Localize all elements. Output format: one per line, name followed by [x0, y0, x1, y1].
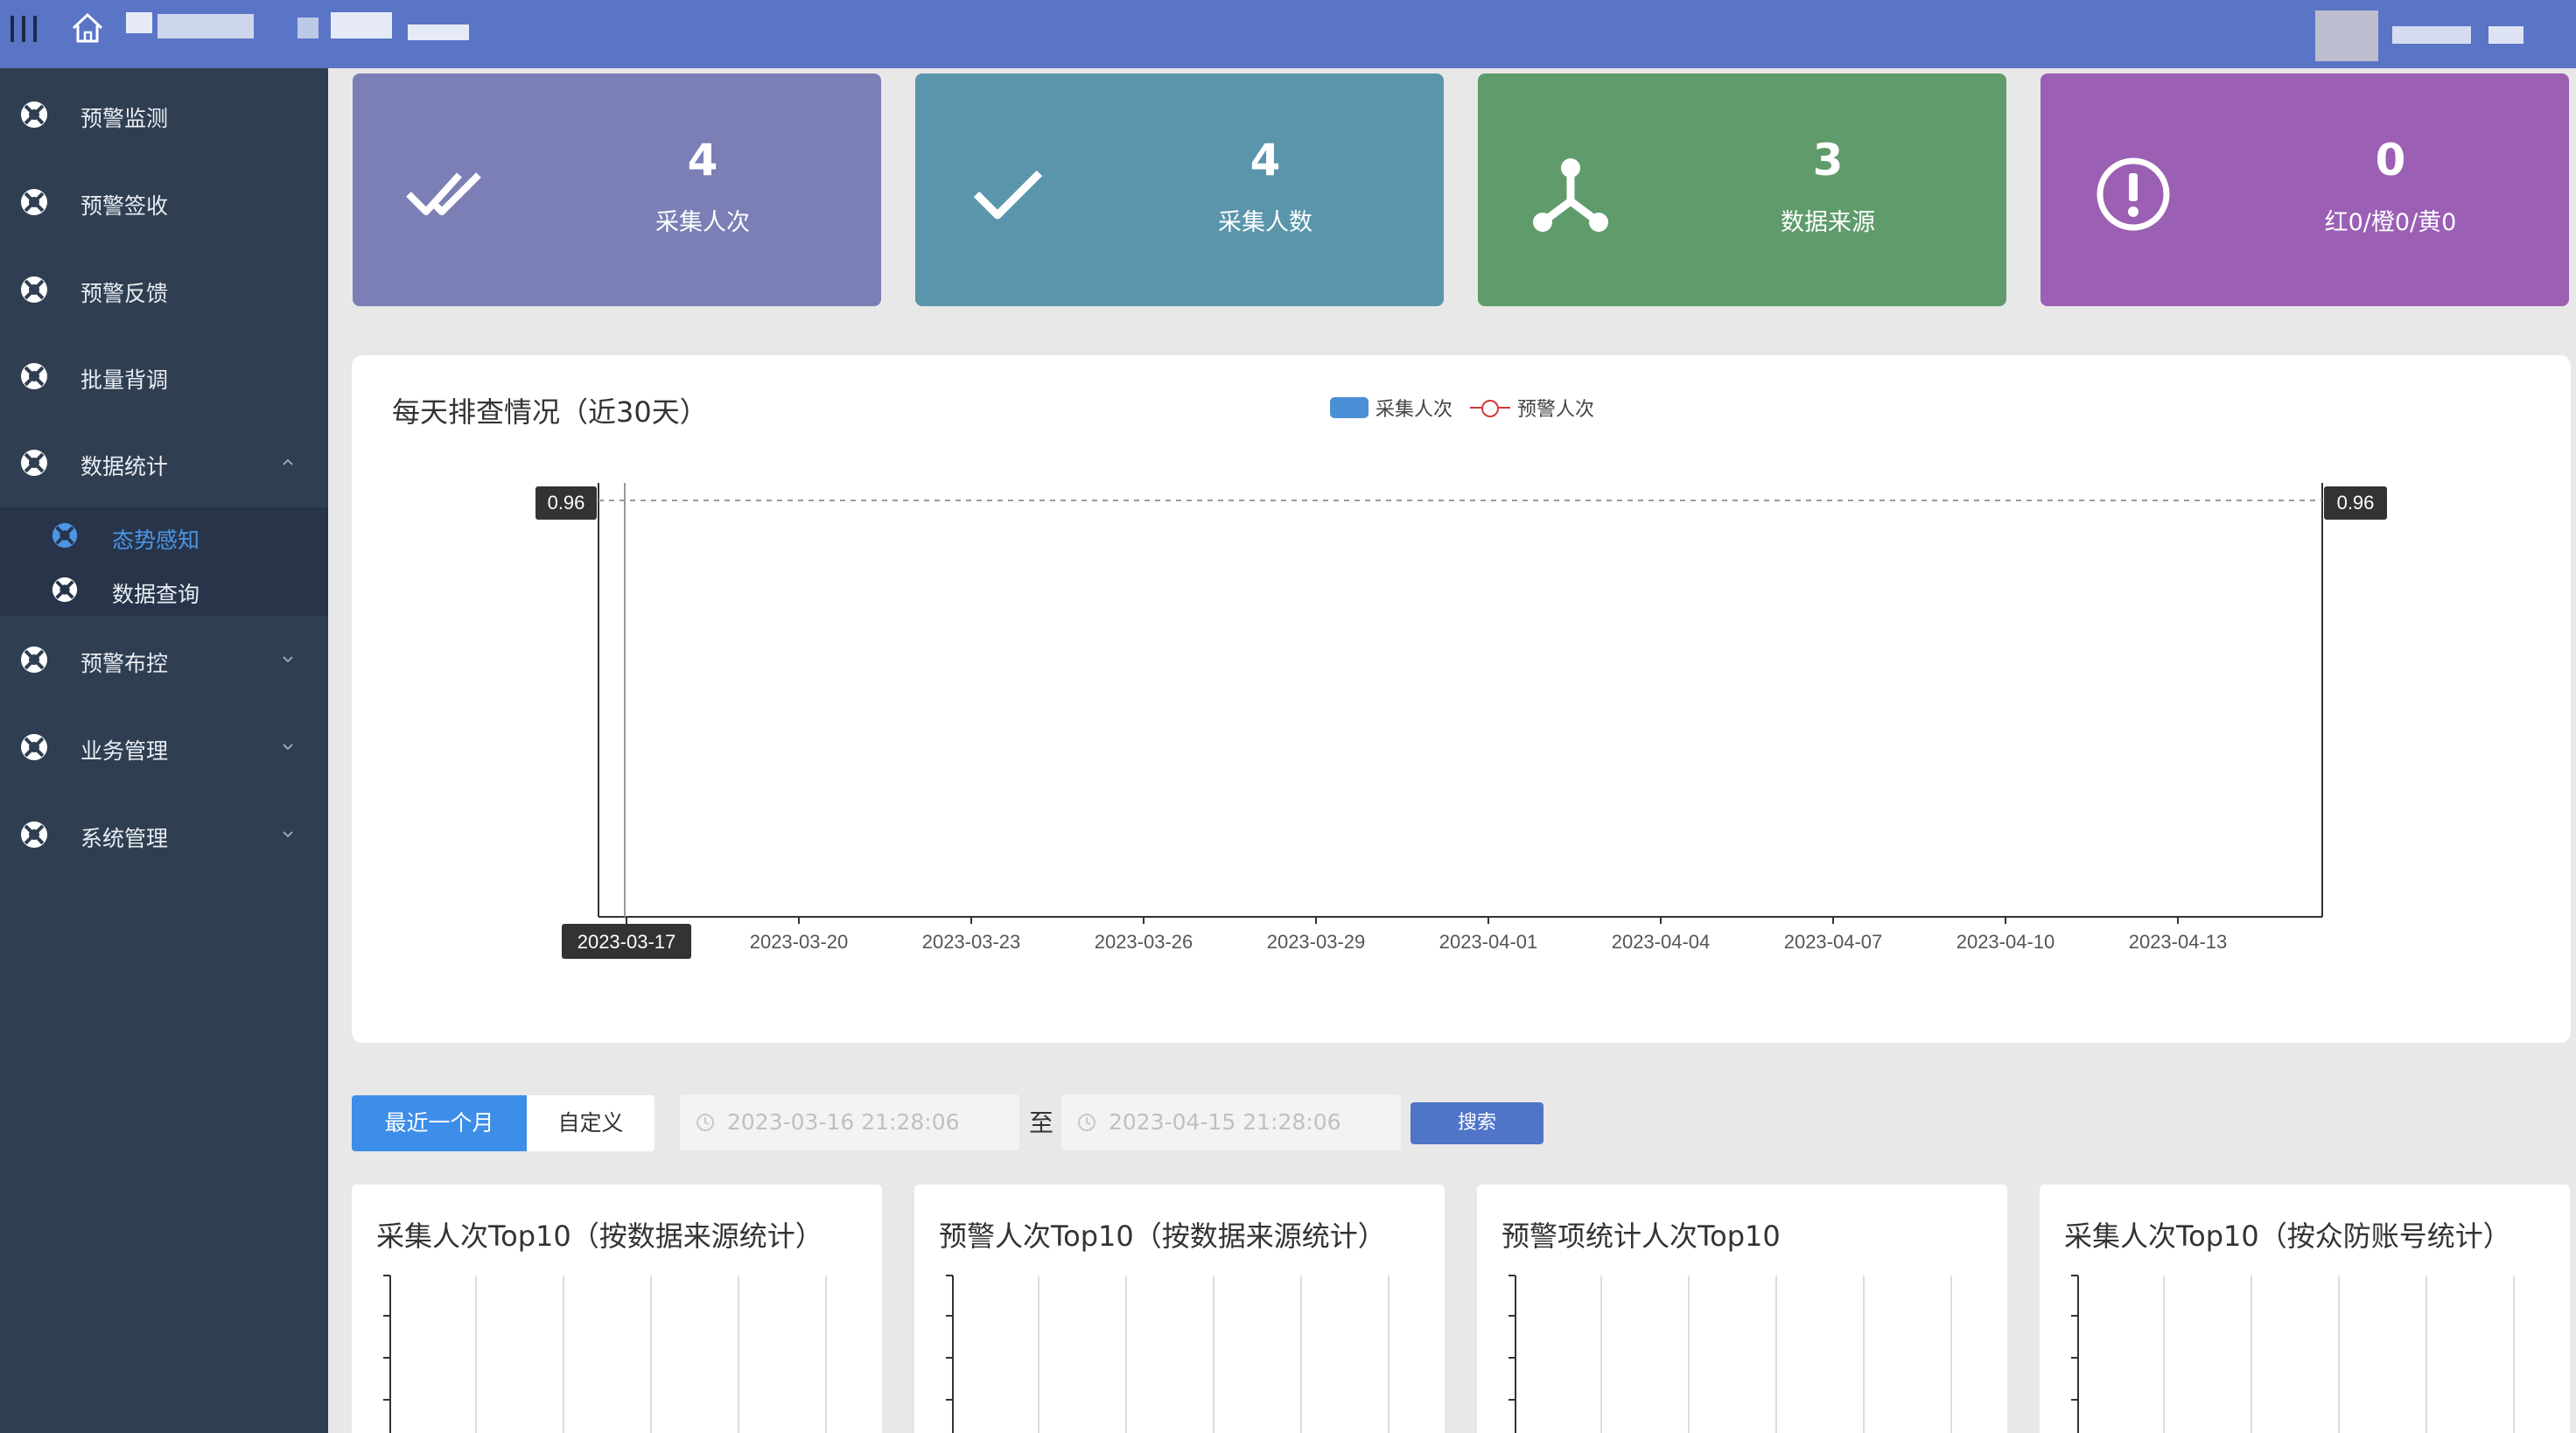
sidebar-item-warning-control[interactable]: 预警布控 [0, 633, 328, 685]
kpi-card-data-source: 3 数据来源 [1478, 73, 2006, 306]
x-tick-label: 2023-03-23 [922, 931, 1021, 953]
double-check-icon [406, 172, 481, 215]
daily-check-chart-panel: 每天排查情况（近30天） 采集人次 预警人次 2023-03-17 2023-03… [352, 355, 2571, 1043]
search-button[interactable]: 搜索 [1410, 1102, 1544, 1144]
sidebar: 预警监测 预警签收 预警反馈 批量背调 数据统计 态势感知 数据查询 预警布控 … [0, 68, 328, 1433]
x-tick-label: 2023-03-26 [1095, 931, 1194, 953]
sidebar-subitem-label: 数据查询 [112, 582, 200, 607]
end-date-placeholder: 2023-04-15 21:28:06 [1109, 1109, 1341, 1135]
top10-card-warning-by-source: 预警人次Top10（按数据来源统计） [914, 1185, 1445, 1433]
mini-chart [946, 1275, 1390, 1433]
end-date-input[interactable]: 2023-04-15 21:28:06 [1060, 1094, 1402, 1151]
kpi-card-collect-count: 4 采集人次 [353, 73, 881, 306]
home-icon[interactable] [68, 10, 107, 45]
kpi-card-alert-level: 0 红0/橙0/黄0 [2040, 73, 2569, 306]
network-icon [1533, 158, 1608, 232]
date-range-separator: 至 [1029, 1108, 1054, 1137]
top10-card-warning-items: 预警项统计人次Top10 [1477, 1185, 2007, 1433]
lifebuoy-icon [21, 189, 47, 215]
sidebar-subitem-data-query[interactable]: 数据查询 [0, 563, 328, 616]
lifebuoy-icon [52, 577, 78, 603]
kpi-value: 4 [1250, 135, 1281, 185]
mini-chart [1508, 1275, 1952, 1433]
x-tick-label: 2023-03-20 [750, 931, 849, 953]
sidebar-subitem-label: 态势感知 [112, 528, 200, 553]
chevron-down-icon [283, 656, 293, 663]
axis-pointer-y-label-left: 0.96 [548, 492, 585, 514]
menu-toggle-icon[interactable] [10, 16, 37, 42]
kpi-label: 采集人数 [1218, 209, 1312, 236]
lifebuoy-icon [21, 101, 47, 128]
sidebar-item-label: 系统管理 [80, 826, 169, 851]
sidebar-item-label: 业务管理 [80, 738, 169, 764]
sidebar-item-label: 预警反馈 [80, 281, 169, 306]
sidebar-item-label: 预警监测 [80, 106, 169, 131]
top10-card-collect-by-account: 采集人次Top10（按众防账号统计） [2040, 1185, 2570, 1433]
top-bar [0, 0, 2576, 68]
user-menu[interactable] [2296, 5, 2558, 63]
sidebar-item-warning-monitor[interactable]: 预警监测 [0, 87, 328, 140]
x-tick-label: 2023-04-10 [1956, 931, 2055, 953]
alert-circle-icon [2096, 157, 2170, 231]
x-tick-label: 2023-04-07 [1784, 931, 1883, 953]
clock-icon [1078, 1114, 1096, 1131]
sidebar-item-business-mgmt[interactable]: 业务管理 [0, 720, 328, 772]
lifebuoy-icon [21, 647, 47, 673]
sidebar-item-label: 预警签收 [80, 193, 169, 219]
x-tick-label: 2023-04-13 [2129, 931, 2228, 953]
submenu-data-stats: 态势感知 数据查询 [0, 507, 328, 616]
kpi-value: 4 [687, 135, 718, 185]
sidebar-item-label: 预警布控 [80, 651, 169, 676]
sidebar-item-system-mgmt[interactable]: 系统管理 [0, 807, 328, 860]
kpi-card-person-count: 4 采集人数 [915, 73, 1444, 306]
x-tick-label: 2023-04-04 [1612, 931, 1711, 953]
sidebar-item-data-stats[interactable]: 数据统计 [0, 436, 328, 488]
start-date-placeholder: 2023-03-16 21:28:06 [727, 1109, 960, 1135]
sidebar-item-warning-feedback[interactable]: 预警反馈 [0, 262, 328, 315]
lifebuoy-icon [21, 276, 47, 303]
x-tick-label: 2023-04-01 [1439, 931, 1538, 953]
chevron-down-icon [283, 831, 293, 838]
chevron-up-icon [283, 458, 293, 465]
kpi-value: 0 [2375, 135, 2406, 185]
lifebuoy-icon [21, 821, 47, 848]
chevron-down-icon [283, 744, 293, 751]
range-custom-button[interactable]: 自定义 [527, 1095, 654, 1151]
kpi-label: 红0/橙0/黄0 [2324, 209, 2457, 236]
start-date-input[interactable]: 2023-03-16 21:28:06 [679, 1094, 1020, 1151]
clock-icon [696, 1114, 714, 1131]
sidebar-item-label: 数据统计 [80, 454, 169, 479]
mini-chart [383, 1275, 827, 1433]
chart-canvas[interactable]: 2023-03-17 2023-03-20 2023-03-23 2023-03-26… [352, 355, 2571, 1043]
sidebar-item-warning-signoff[interactable]: 预警签收 [0, 175, 328, 227]
lifebuoy-icon [21, 450, 47, 476]
kpi-label: 数据来源 [1781, 209, 1875, 236]
lifebuoy-icon [21, 363, 47, 389]
range-last-month-button[interactable]: 最近一个月 [352, 1095, 527, 1151]
sidebar-item-batch-check[interactable]: 批量背调 [0, 349, 328, 402]
lifebuoy-icon [52, 522, 78, 549]
axis-pointer-y-label-right: 0.96 [2337, 492, 2375, 514]
mini-chart [2071, 1275, 2515, 1433]
lifebuoy-icon [21, 734, 47, 760]
kpi-value: 3 [1812, 135, 1844, 185]
avatar [2315, 10, 2378, 61]
sidebar-subitem-situation[interactable]: 态势感知 [0, 509, 328, 562]
x-tick-label: 2023-03-17 [578, 931, 676, 953]
sidebar-item-label: 批量背调 [80, 367, 169, 393]
check-icon [973, 170, 1043, 220]
kpi-label: 采集人次 [655, 209, 750, 236]
top10-card-collect-by-source: 采集人次Top10（按数据来源统计） [352, 1185, 882, 1433]
x-tick-label: 2023-03-29 [1267, 931, 1366, 953]
